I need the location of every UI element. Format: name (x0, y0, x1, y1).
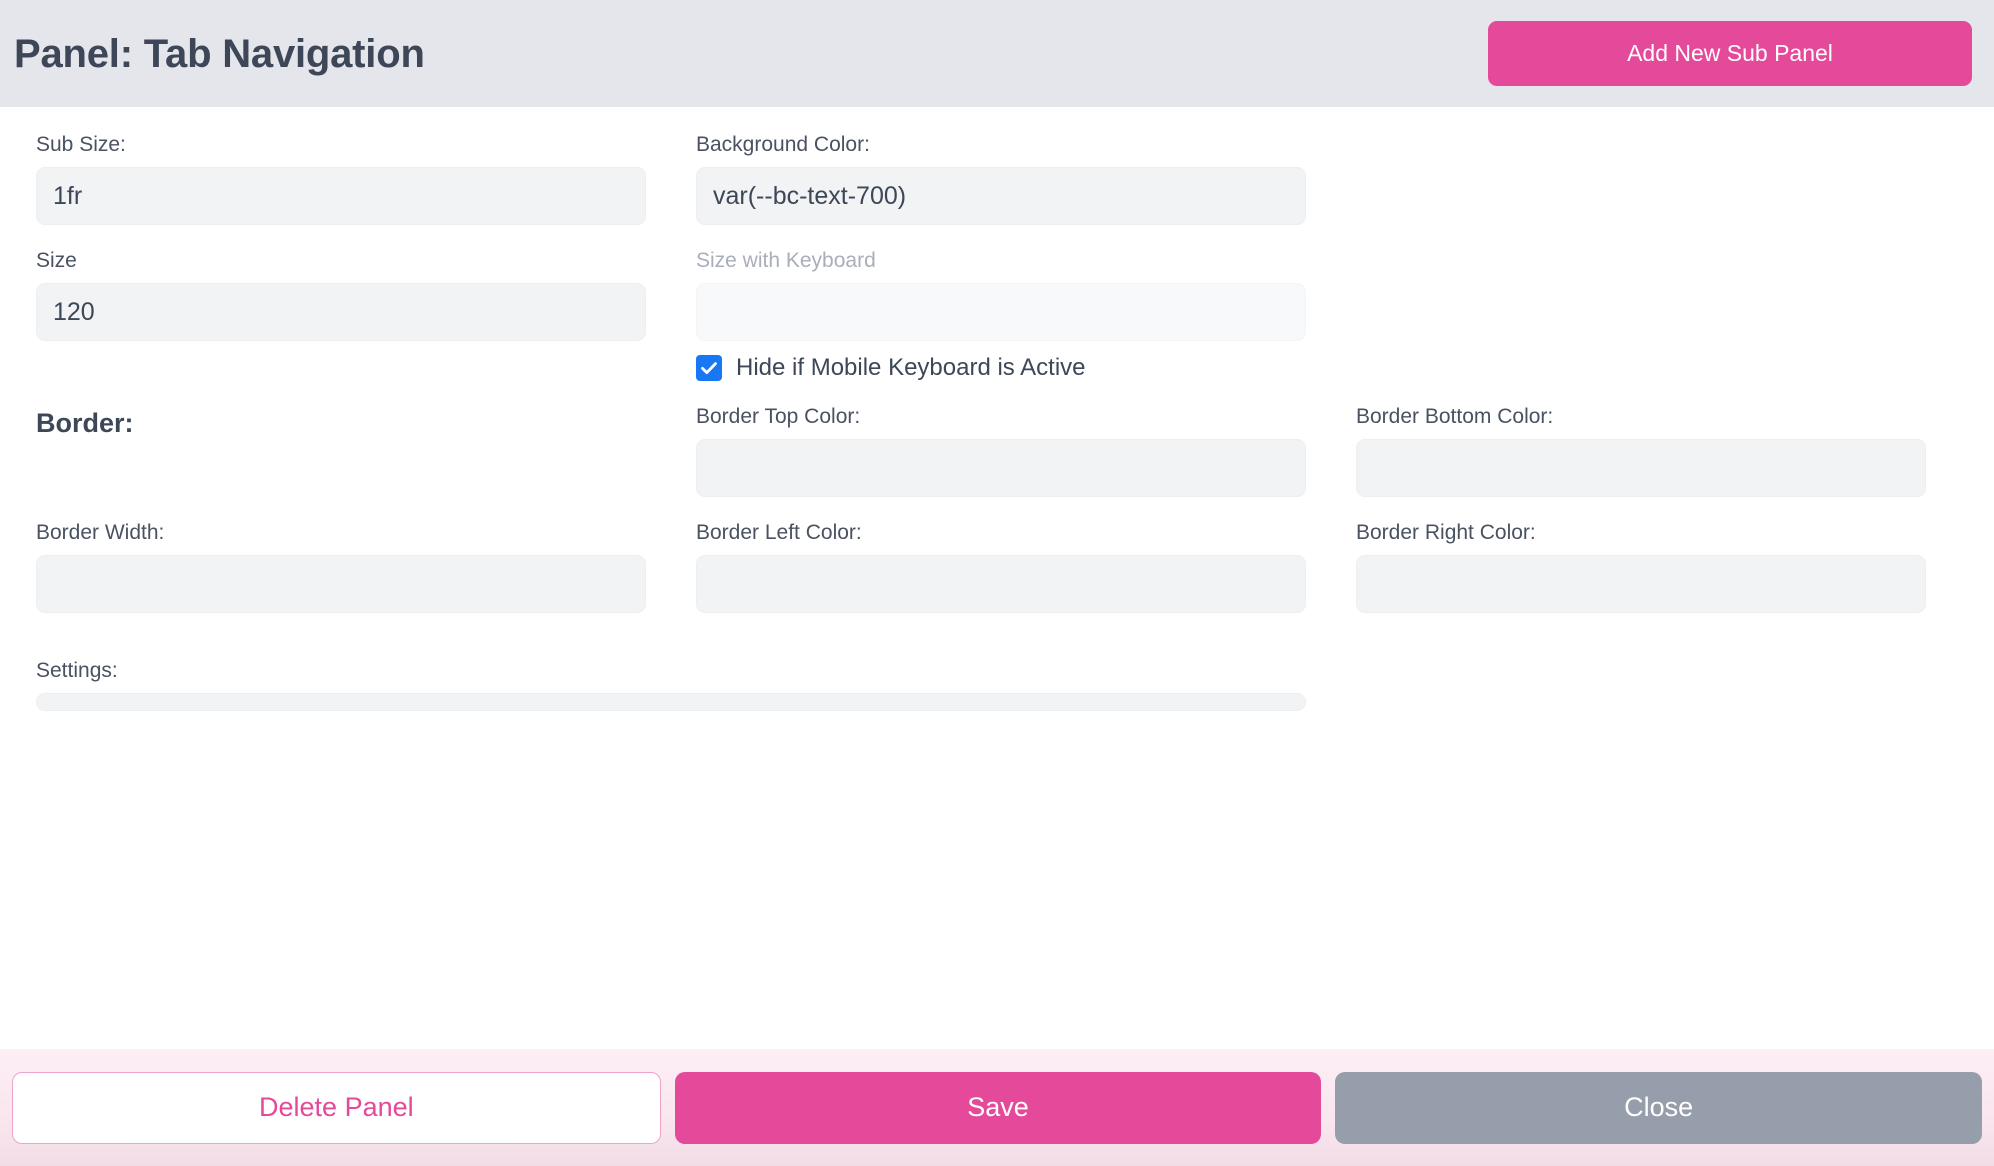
sub-size-input[interactable] (36, 167, 646, 226)
field-spacer-row2 (1356, 249, 1976, 381)
editor-header: Panel: Tab Navigation Add New Sub Panel (0, 0, 1994, 107)
border-bottom-color-input[interactable] (1356, 439, 1926, 498)
hide-if-mobile-keyboard-label: Hide if Mobile Keyboard is Active (736, 354, 1086, 382)
size-with-keyboard-label: Size with Keyboard (696, 249, 876, 273)
border-section-heading: Border: (36, 408, 134, 439)
field-background-color: Background Color: (696, 133, 1356, 226)
background-color-input[interactable] (696, 167, 1306, 226)
settings-label: Settings: (36, 659, 118, 683)
size-with-keyboard-input[interactable] (696, 283, 1306, 342)
editor-footer: Delete Panel Save Close (0, 1049, 1994, 1166)
field-border-top-color: Border Top Color: (696, 405, 1356, 498)
border-width-input[interactable] (36, 555, 646, 614)
field-border-left-color: Border Left Color: (696, 521, 1356, 614)
field-spacer-row1 (1356, 133, 1976, 225)
close-button[interactable]: Close (1335, 1071, 1983, 1144)
border-section-heading-cell: Border: (36, 405, 696, 497)
delete-panel-button[interactable]: Delete Panel (12, 1071, 661, 1144)
hide-if-mobile-keyboard-row[interactable]: Hide if Mobile Keyboard is Active (696, 354, 1306, 382)
field-settings: Settings: (36, 659, 1356, 712)
border-left-color-input[interactable] (696, 555, 1306, 614)
size-label: Size (36, 249, 77, 273)
editor-body: Sub Size: Background Color: Size Size wi… (0, 107, 1994, 1049)
border-width-label: Border Width: (36, 521, 165, 545)
add-new-sub-panel-button[interactable]: Add New Sub Panel (1488, 21, 1972, 86)
border-left-color-label: Border Left Color: (696, 521, 862, 545)
border-bottom-color-label: Border Bottom Color: (1356, 405, 1554, 429)
page-title: Panel: Tab Navigation (14, 31, 425, 76)
field-border-width: Border Width: (36, 521, 696, 614)
form-grid: Sub Size: Background Color: Size Size wi… (36, 133, 1966, 712)
field-size: Size (36, 249, 696, 381)
hide-if-mobile-keyboard-checkbox[interactable] (696, 355, 722, 382)
settings-input[interactable] (36, 693, 1306, 712)
border-top-color-label: Border Top Color: (696, 405, 861, 429)
border-top-color-input[interactable] (696, 439, 1306, 498)
save-button[interactable]: Save (674, 1071, 1322, 1144)
field-sub-size: Sub Size: (36, 133, 696, 226)
border-right-color-label: Border Right Color: (1356, 521, 1536, 545)
sub-size-label: Sub Size: (36, 133, 126, 156)
size-input[interactable] (36, 283, 646, 342)
field-border-bottom-color: Border Bottom Color: (1356, 405, 1976, 498)
panel-editor: Panel: Tab Navigation Add New Sub Panel … (0, 0, 1994, 1166)
field-size-with-keyboard: Size with Keyboard Hide if Mobile Keyboa… (696, 249, 1356, 382)
background-color-label: Background Color: (696, 133, 870, 156)
field-border-right-color: Border Right Color: (1356, 521, 1976, 614)
border-right-color-input[interactable] (1356, 555, 1926, 614)
